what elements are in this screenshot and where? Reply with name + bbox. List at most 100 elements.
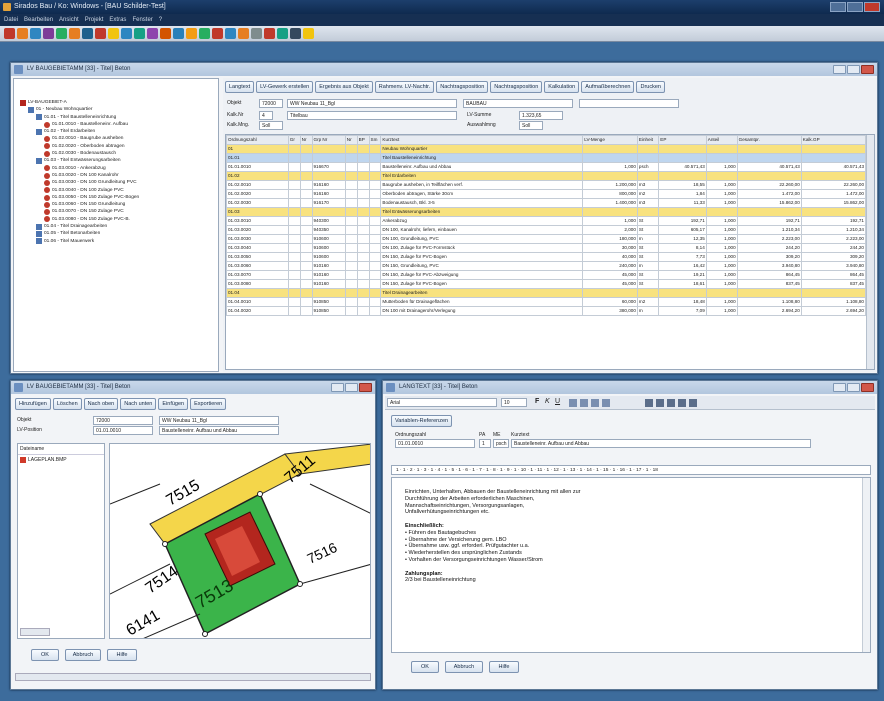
tree-node[interactable]: 01 - Neubau Wohnquartier <box>20 106 139 113</box>
toolbar-button-icon[interactable] <box>121 28 132 39</box>
position-toolbar-button[interactable]: Nachtragsposition <box>490 81 543 93</box>
cancel-button[interactable]: Abbruch <box>445 661 483 673</box>
table-row[interactable]: 01.03.0040 910600 DN 100, Zulage für PVC-F… <box>226 243 867 253</box>
position-toolbar-button[interactable]: Kalkulation <box>544 81 580 93</box>
position-toolbar-button[interactable]: Rahmenv. LV-Nachtr. <box>374 81 435 93</box>
column-header[interactable]: Grp Nr <box>311 135 346 145</box>
image-toolbar-button[interactable]: Einfügen <box>158 398 189 410</box>
position-toolbar-button[interactable]: Aufmaßberechnen <box>581 81 635 93</box>
variable-references-button[interactable]: Variablen-Referenzen <box>391 415 453 427</box>
tree-node[interactable]: 01.03.0040 - DN 100 Zulage PVC <box>20 187 139 194</box>
image-pos-field[interactable]: 01.01.0010 <box>93 426 153 435</box>
file-list-item[interactable]: LAGEPLAN.BMP <box>18 455 104 465</box>
column-header[interactable]: Kalk.GP <box>800 135 867 145</box>
table-row[interactable]: 01.02.0030 916170 Bodenaustausch, Bkl. 3-5… <box>226 198 867 208</box>
lv-table-scrollbar[interactable] <box>866 135 874 369</box>
table-row[interactable]: 01.04.0010 910850 Mutterboden für Drainage… <box>226 297 867 307</box>
toolbar-button-icon[interactable] <box>160 28 171 39</box>
cancel-button[interactable]: Abbruch <box>65 649 101 661</box>
toolbar-button-icon[interactable] <box>173 28 184 39</box>
ok-button[interactable]: OK <box>411 661 439 673</box>
column-header[interactable]: Gesamtpr. <box>736 135 802 145</box>
column-header[interactable]: Einheit <box>636 135 660 145</box>
table-row[interactable]: 01 Neubau Wohnquartier <box>226 144 867 154</box>
ok-button[interactable]: OK <box>31 649 59 661</box>
tree-node[interactable]: 01.03.0020 - DN 100 Kanalrohr <box>20 172 139 179</box>
maximize-button[interactable] <box>345 383 358 392</box>
toolbar-button-icon[interactable] <box>95 28 106 39</box>
table-row[interactable]: 01.02 Titel Erdarbeiten <box>226 171 867 181</box>
maximize-button[interactable] <box>847 2 863 12</box>
column-header[interactable]: Nr <box>299 135 313 145</box>
image-toolbar-button[interactable]: Exportieren <box>190 398 227 410</box>
toolbar-button-icon[interactable] <box>134 28 145 39</box>
tree-node[interactable]: 01.03.0030 - DN 100 Grundleitung PVC <box>20 179 139 186</box>
tree-node[interactable]: 01.05 - Titel Betonarbeiten <box>20 230 139 237</box>
minimize-button[interactable] <box>331 383 344 392</box>
toolbar-button-icon[interactable] <box>238 28 249 39</box>
table-row[interactable]: 01.01 Titel Baustelleneinrichtung <box>226 153 867 163</box>
table-row[interactable]: 01.03.0080 910160 DN 150, Zulage für PVC-B… <box>226 279 867 289</box>
minimize-button[interactable] <box>833 383 846 392</box>
image-toolbar-button[interactable]: Löschen <box>52 398 82 410</box>
menu-item[interactable]: Datei <box>4 14 18 26</box>
tree-node[interactable]: 01.02.0010 - Baugrube ausheben <box>20 135 139 143</box>
image-scrollbar[interactable] <box>15 673 371 681</box>
kalk-nr-field[interactable]: 4 <box>259 111 273 120</box>
font-select[interactable]: Arial <box>387 398 497 407</box>
lv-field[interactable]: Soll <box>259 121 283 130</box>
lv-summe-field[interactable]: 1.323,65 <box>519 111 563 120</box>
tree-node[interactable]: 01.04 - Titel Drainagearbeiten <box>20 223 139 230</box>
tree-node[interactable]: 01.01.0010 - Baustelleneinr. Aufbau <box>20 121 139 128</box>
tree-node[interactable]: 01.02.0030 - Bodenaustausch <box>20 150 139 157</box>
oz-field[interactable]: 01.01.0010 <box>395 439 475 448</box>
table-row[interactable]: 01.04.0020 910850 DN 100 mit Drainagerohr/… <box>226 306 867 316</box>
tree-node[interactable]: 01.02.0020 - Oberboden abtragen <box>20 143 139 150</box>
italic-icon[interactable]: K <box>545 398 550 405</box>
bold-icon[interactable]: F <box>535 398 539 405</box>
menu-item[interactable]: Projekt <box>85 14 104 26</box>
tree-node[interactable]: 01.03.0070 - DN 150 Zulage PVC <box>20 208 139 216</box>
position-toolbar-button[interactable]: Drucken <box>636 81 665 93</box>
close-button[interactable] <box>864 2 880 12</box>
close-button[interactable] <box>359 383 372 392</box>
image-toolbar-button[interactable]: Nach unten <box>120 398 157 410</box>
toolbar-button-icon[interactable] <box>43 28 54 39</box>
maximize-button[interactable] <box>847 383 860 392</box>
image-objekt-name-field[interactable]: WW Neubau 11_Bgl <box>159 416 279 425</box>
toolbar-button-icon[interactable] <box>17 28 28 39</box>
toolbar-button-icon[interactable] <box>30 28 41 39</box>
table-row[interactable]: 01.04 Titel Drainagearbeiten <box>226 288 867 298</box>
tree-node[interactable]: 01.01 - Titel Baustelleneinrichtung <box>20 114 139 121</box>
toolbar-button-icon[interactable] <box>4 28 15 39</box>
toolbar-button-icon[interactable] <box>56 28 67 39</box>
menu-item[interactable]: ? <box>159 14 162 26</box>
help-button[interactable]: Hilfe <box>107 649 137 661</box>
column-header[interactable]: Kurztext <box>380 135 584 145</box>
position-toolbar-button[interactable]: Nachtragsposition <box>436 81 489 93</box>
position-toolbar-button[interactable]: Langtext <box>225 81 255 93</box>
toolbar-button-icon[interactable] <box>186 28 197 39</box>
close-button[interactable] <box>861 383 874 392</box>
table-row[interactable]: 01.02.0010 916160 Baugrube ausheben, in Te… <box>226 180 867 190</box>
list-scrollbar[interactable] <box>20 628 50 636</box>
kurztext-field[interactable]: Baustelleneinr. Aufbau und Abbau <box>511 439 811 448</box>
column-header[interactable]: Gr <box>287 135 301 145</box>
image-toolbar-button[interactable]: Hinzufügen <box>15 398 51 410</box>
table-row[interactable]: 01.03 Titel Entwässerungsarbeiten <box>226 207 867 217</box>
toolbar-button-icon[interactable] <box>225 28 236 39</box>
toolbar-button-icon[interactable] <box>303 28 314 39</box>
table-row[interactable]: 01.02.0020 916160 Oberboden abtragen, Stär… <box>226 189 867 199</box>
column-header[interactable]: Ordnungszahl <box>226 135 289 145</box>
tree-node[interactable]: 01.02 - Titel Erdarbeiten <box>20 128 139 135</box>
menu-item[interactable]: Ansicht <box>59 14 79 26</box>
toolbar-button-icon[interactable] <box>264 28 275 39</box>
minimize-button[interactable] <box>830 2 846 12</box>
tree-node[interactable]: 01.06 - Titel Mauerwerk <box>20 238 139 245</box>
menu-item[interactable]: Extras <box>109 14 126 26</box>
tree-node[interactable]: 01.03.0010 - Ankerabzug <box>20 165 139 172</box>
table-row[interactable]: 01.03.0020 940350 DN 100, Kanalrohr, liefe… <box>226 225 867 235</box>
toolbar-button-icon[interactable] <box>277 28 288 39</box>
table-row[interactable]: 01.01.0010 916670 Baustelleneinr. Aufbau u… <box>226 162 867 172</box>
column-header[interactable]: Sm <box>368 135 382 145</box>
